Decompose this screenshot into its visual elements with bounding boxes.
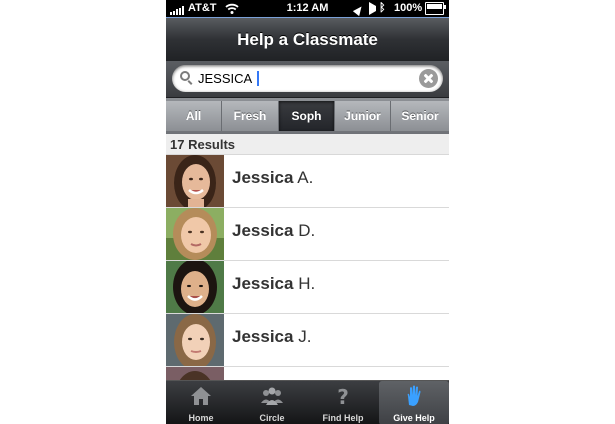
text-cursor [257,71,259,86]
bluetooth-icon: ᛒ [379,2,386,14]
results-list: Jessica A. Jessica D. Jessica H. Jessica… [166,155,449,380]
student-name: Jessica D. [232,221,316,240]
home-icon [191,387,211,405]
avatar [166,314,224,366]
tab-give-help[interactable]: Give Help [379,381,449,424]
tab-label: Home [188,413,214,423]
results-count: 17 Results [170,137,236,152]
play-icon [369,2,376,15]
avatar [166,208,224,260]
filter-all[interactable]: All [166,101,222,131]
search-bar [166,61,449,98]
filter-soph[interactable]: Soph [279,101,335,131]
tab-find-help[interactable]: ? Find Help [308,381,378,424]
svg-text:?: ? [337,385,349,407]
student-name: Jessica A. [232,168,314,187]
tab-circle[interactable]: Circle [237,381,307,424]
phone-screen: AT&T 1:12 AM ᛒ 100% Help a Classmate A [166,0,449,424]
list-item[interactable] [166,367,449,380]
clear-search-button[interactable] [419,69,438,88]
tab-label: Find Help [322,413,364,423]
avatar [166,261,224,313]
tab-label: Circle [259,413,285,423]
battery-percentage: 100% [394,2,423,14]
list-item[interactable]: Jessica A. [166,155,449,208]
people-icon [261,387,283,405]
search-icon [180,71,193,85]
list-item[interactable]: Jessica H. [166,261,449,314]
filter-junior[interactable]: Junior [335,101,391,131]
page-title: Help a Classmate [237,30,378,49]
student-name: Jessica J. [232,327,312,346]
tab-bar: Home Circle ? Find Help Give Help [166,380,449,424]
filter-fresh[interactable]: Fresh [222,101,279,131]
list-item[interactable]: Jessica D. [166,208,449,261]
avatar [166,155,224,207]
search-field[interactable] [172,65,443,92]
student-name: Jessica H. [232,274,316,293]
tab-home[interactable]: Home [166,381,236,424]
avatar [166,367,224,380]
raised-hand-icon [407,385,421,406]
tab-label: Give Help [393,413,435,423]
battery-icon [425,2,446,15]
navigation-bar: Help a Classmate [166,17,449,61]
battery-level [427,4,442,9]
class-filter-segmented-control: All Fresh Soph Junior Senior [166,98,449,134]
list-item[interactable]: Jessica J. [166,314,449,367]
results-header: 17 Results [166,134,449,155]
search-input[interactable] [198,68,413,89]
filter-senior[interactable]: Senior [391,101,449,131]
question-icon: ? [337,385,349,407]
status-bar: AT&T 1:12 AM ᛒ 100% [166,0,449,17]
